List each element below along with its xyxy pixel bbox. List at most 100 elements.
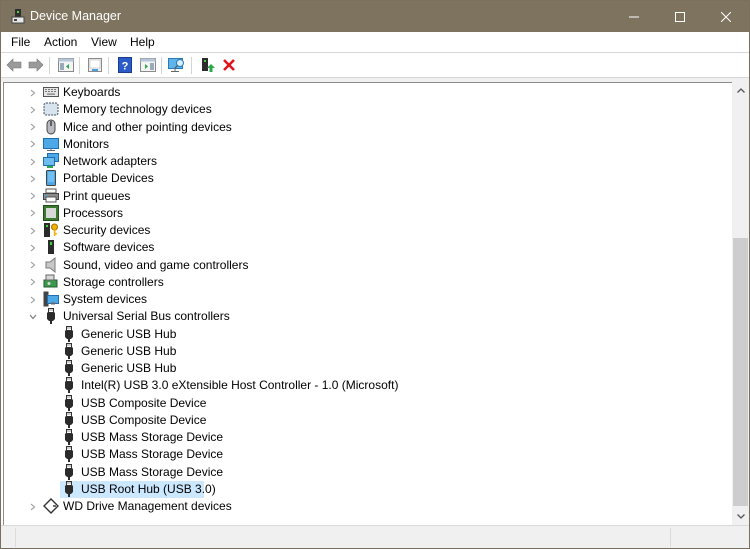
device-manager-app-icon <box>11 9 25 24</box>
category-label: Universal Serial Bus controllers <box>63 309 230 324</box>
expand-toggle[interactable] <box>28 101 38 118</box>
device-label: Generic USB Hub <box>81 361 177 375</box>
device-label: USB Composite Device <box>81 395 207 410</box>
minimize-button[interactable] <box>611 1 657 32</box>
usb-icon <box>47 308 55 325</box>
expand-toggle[interactable] <box>28 222 38 239</box>
chevron-down-icon <box>736 514 745 519</box>
minimize-icon <box>629 16 639 17</box>
properties-button[interactable] <box>86 56 104 74</box>
category-icon <box>43 153 59 169</box>
expand-toggle[interactable] <box>28 308 38 325</box>
device-icon <box>61 463 77 480</box>
device-icon <box>61 429 77 445</box>
tree-category[interactable]: System devices <box>4 291 724 308</box>
uninstall-device-button[interactable] <box>220 56 238 74</box>
action-pane-button[interactable] <box>139 56 157 74</box>
expand-toggle[interactable] <box>28 205 38 222</box>
expand-toggle[interactable] <box>28 239 38 256</box>
vertical-scrollbar[interactable] <box>732 82 749 525</box>
usb-device-item[interactable]: USB Composite Device <box>4 394 724 412</box>
usb-device-item[interactable]: USB Mass Storage Device <box>4 446 724 463</box>
back-button[interactable] <box>5 56 23 74</box>
chevron-right-icon <box>30 261 36 269</box>
scan-hardware-button[interactable] <box>168 56 186 74</box>
category-label: Print queues <box>63 188 131 203</box>
tree-category[interactable]: Monitors <box>4 136 724 153</box>
tree-category[interactable]: Keyboards <box>4 84 724 101</box>
tree-category[interactable]: Portable Devices <box>4 170 724 187</box>
expand-toggle[interactable] <box>28 84 38 101</box>
usb-device-item[interactable]: Generic USB Hub <box>4 325 724 343</box>
usb-device-item[interactable]: USB Root Hub (USB 3.0) <box>4 480 724 498</box>
device-tree[interactable]: Keyboards Memory technology devices Mice a… <box>3 82 732 525</box>
toolbar: ? <box>1 53 749 78</box>
network-icon <box>43 153 59 168</box>
menu-view[interactable]: View <box>91 35 117 49</box>
forward-button[interactable] <box>27 56 45 74</box>
scroll-thumb[interactable] <box>733 238 748 506</box>
chevron-right-icon <box>30 175 36 183</box>
update-driver-button[interactable] <box>199 56 217 74</box>
device-label: Generic USB Hub <box>81 326 177 341</box>
tree-category[interactable]: Print queues <box>4 188 724 205</box>
category-label: Network adapters <box>63 154 158 168</box>
menu-help[interactable]: Help <box>130 35 155 49</box>
tree-category[interactable]: Mice and other pointing devices <box>4 119 724 136</box>
category-icon <box>43 498 59 514</box>
device-label: USB Composite Device <box>81 412 207 427</box>
maximize-button[interactable] <box>657 1 703 32</box>
category-label: Sound, video and game controllers <box>63 257 249 272</box>
tree-category[interactable]: WD Drive Management devices <box>4 498 724 515</box>
help-icon: ? <box>118 57 132 73</box>
expand-toggle[interactable] <box>28 498 38 515</box>
usb-device-item[interactable]: USB Mass Storage Device <box>4 429 724 446</box>
toolbar-separator <box>108 57 109 74</box>
expand-toggle[interactable] <box>28 136 38 153</box>
expand-toggle[interactable] <box>28 274 38 291</box>
usb-device-item[interactable]: Intel(R) USB 3.0 eXtensible Host Control… <box>4 377 724 394</box>
expand-toggle[interactable] <box>28 170 38 187</box>
tree-category[interactable]: Network adapters <box>4 153 724 170</box>
tree-category[interactable]: Universal Serial Bus controllers <box>4 308 724 325</box>
tree-category[interactable]: Security devices <box>4 222 724 239</box>
tree-category[interactable]: Memory technology devices <box>4 101 724 118</box>
memory-icon <box>43 102 59 116</box>
usb-device-item[interactable]: Generic USB Hub <box>4 360 724 377</box>
tree-category[interactable]: Storage controllers <box>4 274 724 291</box>
usb-device-item[interactable]: USB Mass Storage Device <box>4 463 724 481</box>
help-button[interactable]: ? <box>116 56 134 74</box>
expand-toggle[interactable] <box>28 291 38 308</box>
tree-category[interactable]: Processors <box>4 204 724 222</box>
usb-device-item[interactable]: Generic USB Hub <box>4 342 724 360</box>
toolbar-separator <box>49 57 50 74</box>
scan-monitor-icon <box>168 58 184 72</box>
expand-toggle[interactable] <box>28 153 38 170</box>
category-label: Security devices <box>63 223 151 237</box>
device-label: USB Mass Storage Device <box>81 447 224 462</box>
menu-file[interactable]: File <box>11 35 30 49</box>
tree-category[interactable]: Software devices <box>4 239 724 256</box>
category-icon <box>43 84 59 100</box>
usb-icon <box>65 463 73 480</box>
tree-category[interactable]: Sound, video and game controllers <box>4 256 724 274</box>
category-label: Memory technology devices <box>63 102 212 117</box>
expand-toggle[interactable] <box>28 188 38 205</box>
close-button[interactable] <box>703 1 749 32</box>
scroll-up-button[interactable] <box>732 82 749 99</box>
expand-toggle[interactable] <box>28 119 38 136</box>
processor-icon <box>43 204 59 221</box>
usb-icon <box>65 429 73 445</box>
uninstall-x-icon <box>223 59 235 71</box>
scroll-down-button[interactable] <box>732 508 749 525</box>
usb-icon <box>65 446 73 463</box>
chevron-right-icon <box>30 503 36 510</box>
usb-device-item[interactable]: USB Composite Device <box>4 411 724 429</box>
title-bar[interactable]: Device Manager <box>1 1 749 32</box>
console-tree-icon <box>58 58 74 72</box>
expand-toggle[interactable] <box>28 257 38 274</box>
category-label: WD Drive Management devices <box>63 499 232 513</box>
console-tree-button[interactable] <box>57 56 75 74</box>
printer-icon <box>43 188 59 202</box>
menu-action[interactable]: Action <box>44 35 77 49</box>
